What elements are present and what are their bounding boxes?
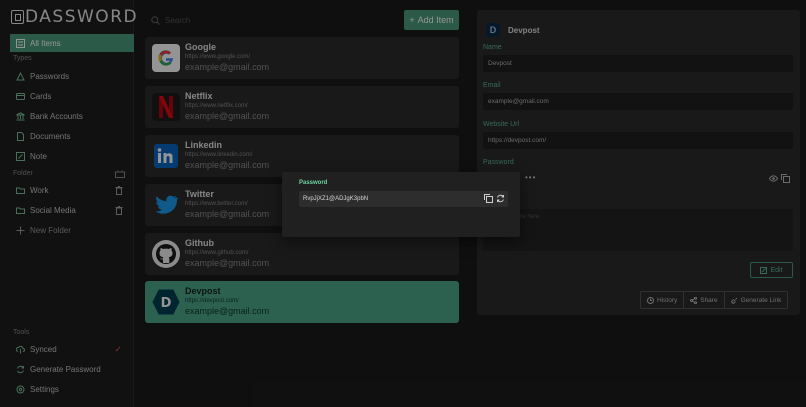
- popup-password-field[interactable]: RvpJjXZ1@ADJgK3pbN: [299, 191, 508, 207]
- regenerate-icon[interactable]: [496, 194, 505, 203]
- popup-password-value: RvpJjXZ1@ADJgK3pbN: [303, 196, 369, 202]
- copy-icon[interactable]: [484, 194, 493, 203]
- popup-password-label: Password: [299, 180, 328, 186]
- app: DASSWORD All Items Types Passwords Cards: [0, 0, 806, 407]
- password-popup: Password RvpJjXZ1@ADJgK3pbN: [282, 172, 520, 237]
